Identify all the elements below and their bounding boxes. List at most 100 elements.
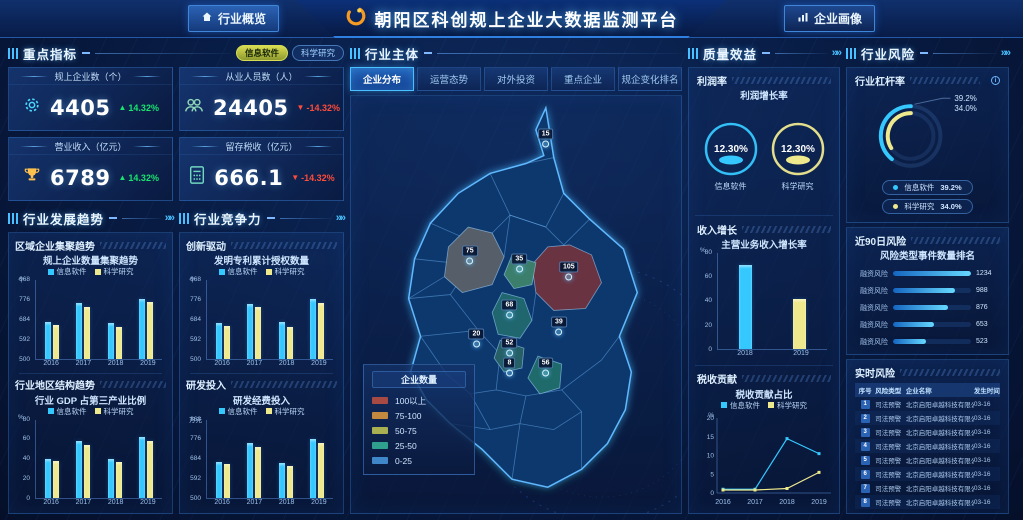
map-marker[interactable]: 15 [538,129,554,148]
svg-text:39.2%: 39.2% [954,94,977,103]
nav-industry-overview[interactable]: 行业概览 [188,5,279,32]
pin-icon [542,370,549,377]
chart-title: 主营业务收入增长率 [697,237,831,250]
risk-table-row[interactable]: 8司法预警北京启阳卓越科技有限公司03-16 [855,495,1000,509]
subsection-title: 近90日风险 [855,233,906,248]
industry-trend-panel: 区域企业集聚趋势 规上企业数量集聚趋势 信息软件科学研究个86877668459… [8,232,173,514]
tab-规企变化排名[interactable]: 规企变化排名 [618,67,682,91]
pin-icon [542,141,549,148]
section-bars-icon [8,48,18,59]
profit-gauge: 12.30%科学研究 [769,120,827,192]
map-marker[interactable]: 8 [503,358,515,377]
industry-trend-column: 行业发展趋势 »» 区域企业集聚趋势 规上企业数量集聚趋势 信息软件科学研究个8… [8,207,173,514]
info-icon[interactable]: i [991,76,1000,85]
app-title-bar: 朝阳区科创规上企业大数据监测平台 [297,0,727,38]
trophy-icon [22,165,42,190]
svg-text:10: 10 [707,452,715,459]
realtime-risk-panel: 实时风险 序号风险类型企业名称发生时间1司法预警北京启阳卓越科技有限公司03-1… [846,359,1009,514]
tab-对外投资[interactable]: 对外投资 [484,67,548,91]
section-title-key-indicators: 重点指标 [23,44,77,63]
chart-title: 行业 GDP 占第三产业比例 [15,393,166,406]
subsection-title: 研发投入 [186,377,226,392]
section-bars-icon [846,48,856,59]
stat-label: 从业人员数（人） [180,68,343,85]
marker-count: 75 [462,245,478,256]
income-bar-chart: %80604020020182019 [697,250,831,359]
expand-arrows-icon[interactable]: »» [336,212,344,224]
chart-legend: 信息软件科学研究 [697,400,831,411]
main-content: 重点指标 信息软件科学研究 规上企业数（个）4405▲14.32%从业人员数（人… [8,42,1015,514]
left-column: 重点指标 信息软件科学研究 规上企业数（个）4405▲14.32%从业人员数（人… [8,42,344,514]
section-title-risk: 行业风险 [861,44,915,63]
hatch-decoration [100,381,166,388]
top-header: 行业概览 朝阳区科创规上企业大数据监测平台 企业画像 [0,0,1023,38]
stat-label: 规上企业数（个） [9,68,172,85]
nav-enterprise-portrait[interactable]: 企业画像 [784,5,875,32]
gauge-label: 信息软件 [715,181,747,192]
profit-gauge: 12.30%信息软件 [702,120,760,192]
map-marker[interactable]: 35 [511,254,527,273]
subsection-title: 收入增长 [697,222,737,237]
filter-tag[interactable]: 信息软件 [236,45,288,61]
map-marker[interactable]: 75 [462,245,478,264]
recent-risk-panel: 近90日风险 风险类型事件数量排名 融资风险1234融资风险988融资风险876… [846,227,1009,355]
chart-legend: 信息软件科学研究 [186,406,337,417]
filter-tag[interactable]: 科学研究 [292,45,344,61]
map-marker[interactable]: 68 [501,300,517,319]
pin-icon [565,274,572,281]
svg-text:20: 20 [707,415,715,422]
hatch-decoration [231,381,337,388]
risk-rank-row: 融资风险876 [855,299,1000,316]
expand-arrows-icon[interactable]: »» [832,47,840,59]
map-legend-item: 50-75 [372,423,466,438]
risk-table-row[interactable]: 1司法预警北京启阳卓越科技有限公司03-16 [855,397,1000,411]
legend-pill[interactable]: 科学研究34.0% [882,199,972,214]
map-marker[interactable]: 56 [538,358,554,377]
risk-table-row[interactable]: 2司法预警北京启阳卓越科技有限公司03-16 [855,411,1000,425]
district-map-panel: 15 75 35 105 68 39 20 52 8 56 企业数量100以上75-10050-7… [350,95,682,514]
map-marker[interactable]: 39 [551,316,567,335]
quality-column: 质量效益 »» 利润率 利润增长率 12.30%信息软件12.30%科学研究 收… [688,42,840,514]
stat-card: 营业收入（亿元）6789▲14.32% [8,137,173,201]
chart-title: 利润增长率 [697,88,831,101]
map-marker[interactable]: 20 [468,329,484,348]
map-legend-item: 25-50 [372,438,466,453]
map-legend: 企业数量100以上75-10050-7525-500-25 [363,364,475,475]
tab-企业分布[interactable]: 企业分布 [350,67,414,91]
pin-icon [516,266,523,273]
risk-column: 行业风险 »» 行业杠杆率i 39.2%34.0% 信息软件39.2%科学研究3… [846,42,1009,514]
svg-text:34.0%: 34.0% [954,104,977,113]
leverage-donut: 39.2%34.0% [855,88,1000,178]
nav-industry-overview-label: 行业概览 [218,10,266,27]
svg-text:2019: 2019 [811,499,827,506]
pin-icon [506,370,513,377]
svg-text:15: 15 [707,433,715,440]
profit-block: 利润率 利润增长率 12.30%信息软件12.30%科学研究 [689,68,839,214]
map-marker[interactable]: 105 [559,262,579,281]
expand-arrows-icon[interactable]: »» [1001,47,1009,59]
legend-pill[interactable]: 信息软件39.2% [882,180,972,195]
tab-重点企业[interactable]: 重点企业 [551,67,615,91]
pin-icon [473,341,480,348]
stat-delta: ▼-14.32% [291,173,334,183]
expand-arrows-icon[interactable]: »» [165,212,173,224]
risk-table-row[interactable]: 6司法预警北京启阳卓越科技有限公司03-16 [855,467,1000,481]
tab-运营态势[interactable]: 运营态势 [417,67,481,91]
risk-table-row[interactable]: 5司法预警北京启阳卓越科技有限公司03-16 [855,453,1000,467]
section-title-quality: 质量效益 [703,44,757,63]
app-logo-icon [345,5,367,32]
grouped-bar-chart: 信息软件科学研究万元868776684592500201620172018201… [186,406,337,510]
people-icon [183,95,205,120]
quality-panel: 利润率 利润增长率 12.30%信息软件12.30%科学研究 收入增长 主营业务… [688,67,840,514]
marker-count: 39 [551,316,567,327]
chart-title: 发明专利累计授权数量 [186,253,337,266]
risk-ranking-bars: 融资风险1234融资风险988融资风险876融资风险653融资风险523 [855,265,1000,350]
risk-table-row[interactable]: 7司法预警北京启阳卓越科技有限公司03-16 [855,481,1000,495]
risk-table-row[interactable]: 4司法预警北京启阳卓越科技有限公司03-16 [855,439,1000,453]
section-industry-body: 行业主体 [350,43,682,63]
risk-table-row[interactable]: 3司法预警北京启阳卓越科技有限公司03-16 [855,425,1000,439]
subsection-title: 税收贡献 [697,371,737,386]
chart-title: 研发经费投入 [186,393,337,406]
map-marker[interactable]: 52 [501,337,517,356]
calculator-icon [188,165,206,190]
